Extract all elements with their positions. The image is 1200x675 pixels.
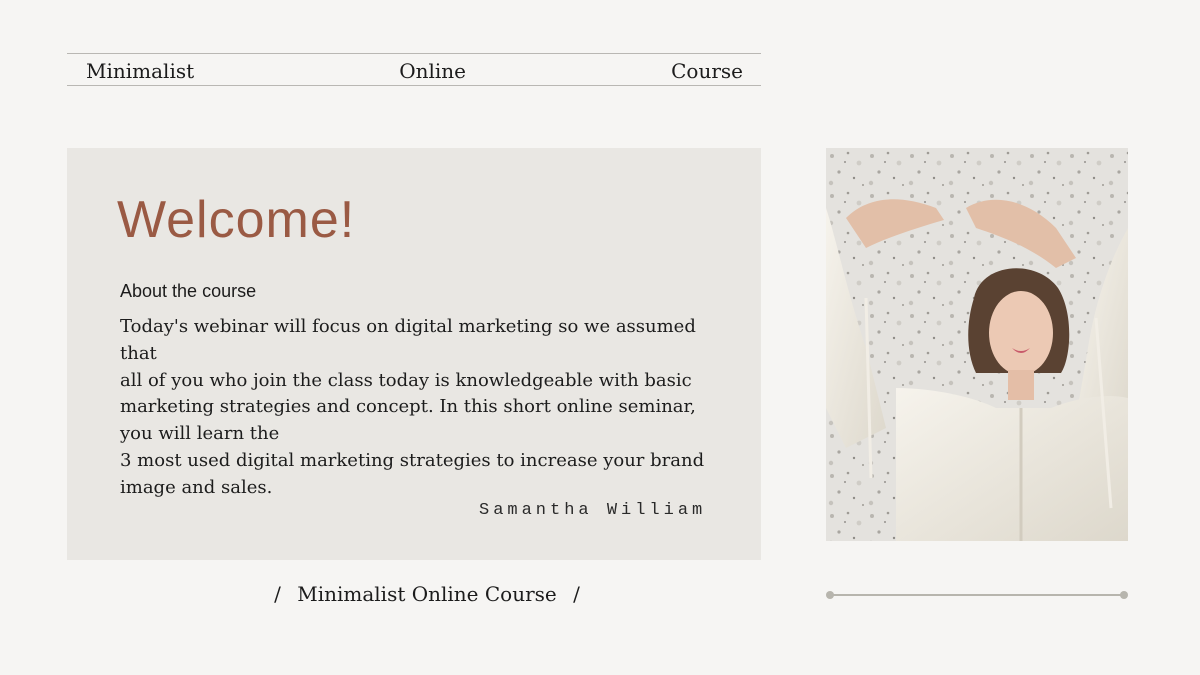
description-line: that <box>120 342 157 364</box>
footer-slash-left: / <box>274 582 281 606</box>
description-line: all of you who join the class today is k… <box>120 369 692 391</box>
description-line: 3 most used digital marketing strategies… <box>120 449 705 471</box>
slider-start-dot <box>826 591 834 599</box>
welcome-card: Welcome! About the course Today's webina… <box>67 148 761 560</box>
about-heading: About the course <box>120 281 257 301</box>
course-description: Today's webinar will focus on digital ma… <box>120 314 730 502</box>
header-word-minimalist: Minimalist <box>86 59 195 83</box>
footer-label: Minimalist Online Course <box>297 582 557 606</box>
header-word-course: Course <box>671 59 743 83</box>
welcome-title: Welcome! <box>117 191 356 249</box>
signature-name: Samantha William <box>479 501 707 520</box>
model-photo <box>826 148 1128 541</box>
description-line: marketing strategies and concept. In thi… <box>120 396 696 418</box>
description-line: image and sales. <box>120 476 273 498</box>
progress-slider <box>826 590 1128 600</box>
header-bar: Minimalist Online Course <box>67 53 761 86</box>
header-word-online: Online <box>399 59 467 83</box>
slider-end-dot <box>1120 591 1128 599</box>
footer-slash-right: / <box>573 582 580 606</box>
footer-caption: / Minimalist Online Course / <box>0 584 854 604</box>
slider-track <box>830 594 1124 596</box>
description-line: you will learn the <box>120 423 280 445</box>
description-line: Today's webinar will focus on digital ma… <box>120 316 696 337</box>
